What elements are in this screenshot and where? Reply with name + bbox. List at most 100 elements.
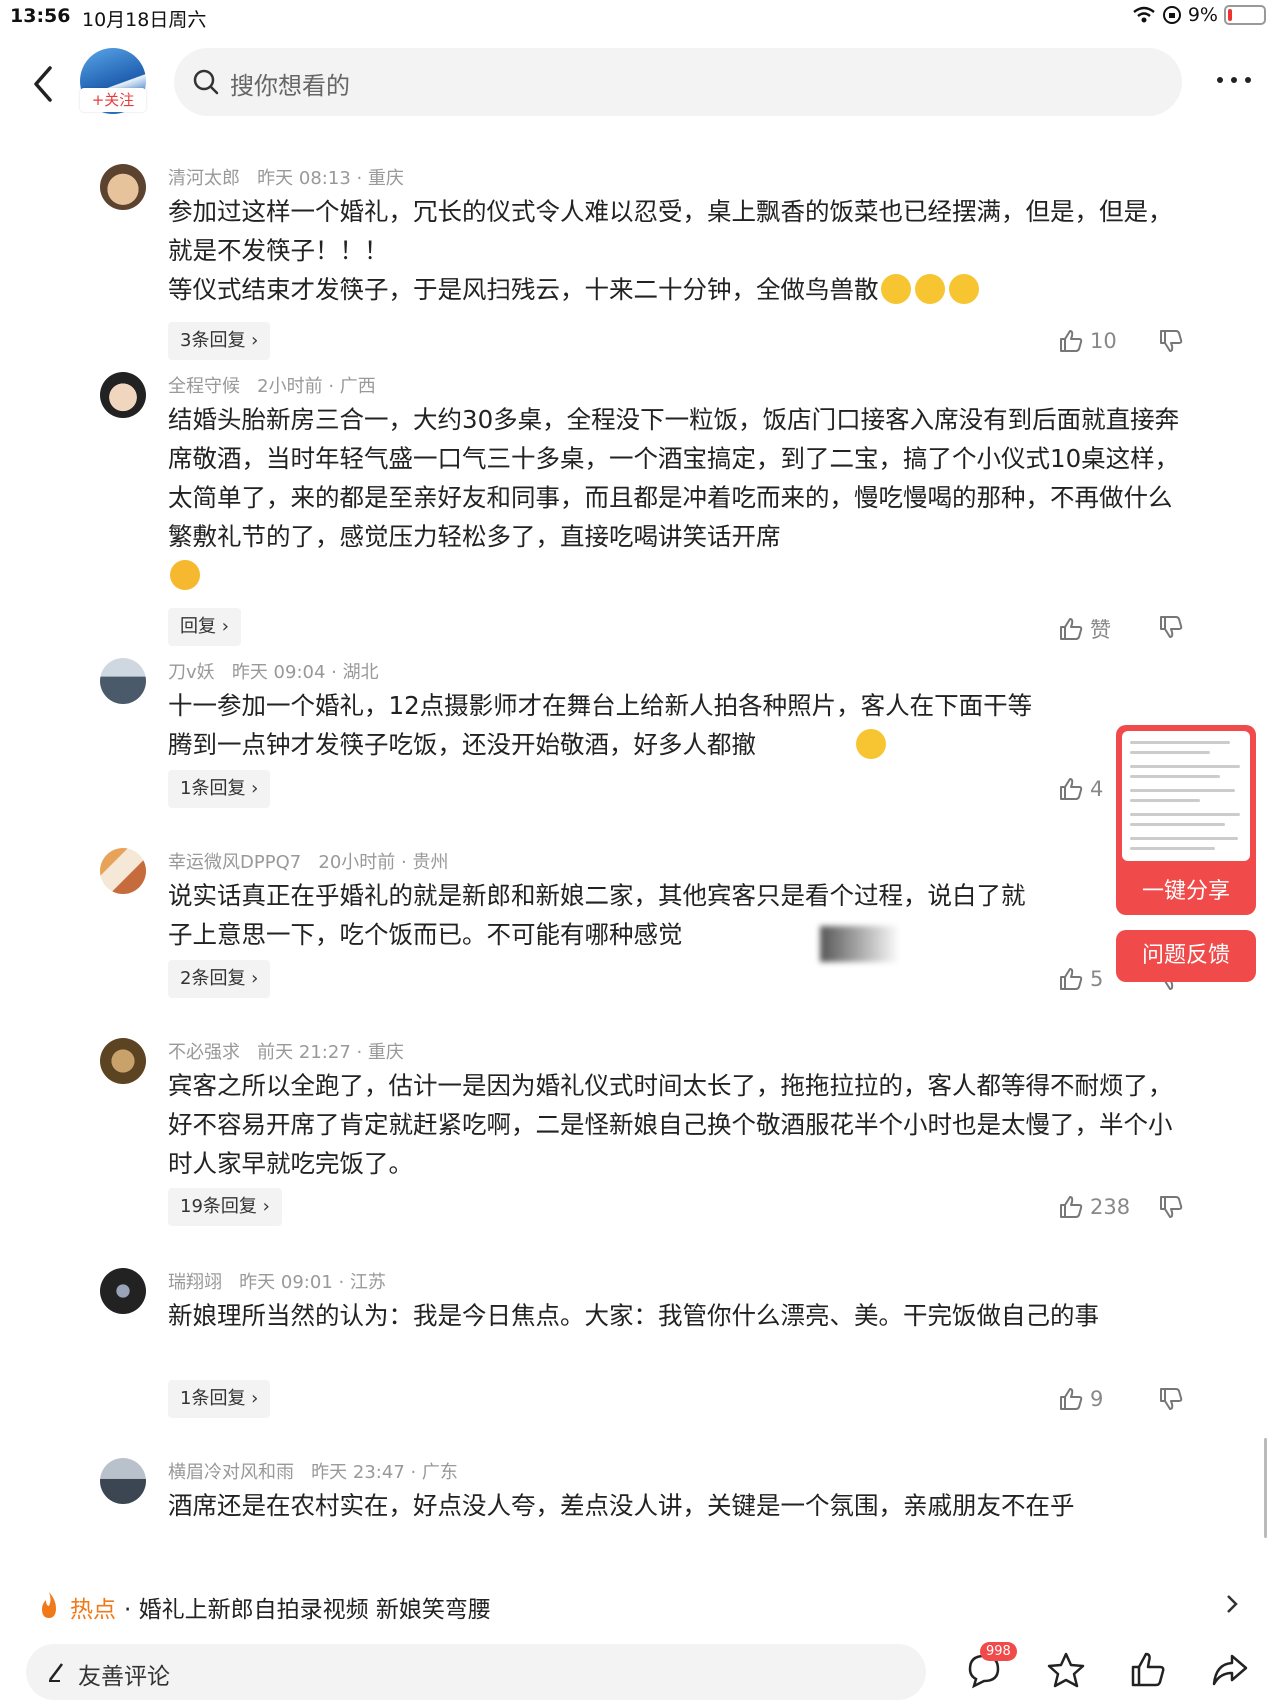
comment-meta: 横眉冷对风和雨 昨天 23:47 · 广东 <box>168 1458 458 1484</box>
comment-time-location: 2小时前 · 广西 <box>257 376 376 397</box>
status-right: 9% <box>1132 4 1266 26</box>
comment-body: 宾客之所以全跑了，估计一是因为婚礼仪式时间太长了，拖拖拉拉的，客人都等得不耐烦了… <box>168 1071 1173 1178</box>
comment-meta: 刀v妖 昨天 09:04 · 湖北 <box>168 658 379 684</box>
like-button[interactable]: 赞 <box>1058 614 1111 644</box>
reply-label: 3条回复 <box>180 330 246 351</box>
status-time: 13:56 <box>10 5 71 27</box>
thumb-up-icon <box>1060 1196 1083 1218</box>
star-icon[interactable] <box>1046 1650 1086 1690</box>
reply-button[interactable]: 1条回复 › <box>168 1380 271 1418</box>
search-placeholder: 搜你想看的 <box>230 72 350 100</box>
share-preview-thumbnail <box>1122 731 1250 861</box>
lock-rotation-icon <box>1162 6 1181 24</box>
like-button[interactable]: 238 <box>1058 1194 1130 1220</box>
comment-text: 宾客之所以全跑了，估计一是因为婚礼仪式时间太长了，拖拖拉拉的，客人都等得不耐烦了… <box>168 1066 1188 1183</box>
fire-icon <box>42 1592 56 1618</box>
thumb-up-icon <box>1060 1388 1083 1410</box>
avatar[interactable] <box>100 1038 146 1084</box>
reply-button[interactable]: 3条回复 › <box>168 322 271 360</box>
reply-label: 2条回复 <box>180 968 246 989</box>
comment-text: 酒席还是在农村实在，好点没人夸，差点没人讲，关键是一个氛围，亲戚朋友不在乎 <box>168 1486 1188 1525</box>
comment-body: 新娘理所当然的认为：我是今日焦点。大家：我管你什么漂亮、美。干完饭做自己的事 <box>168 1301 1099 1330</box>
comment-time-location: 前天 21:27 · 重庆 <box>257 1042 404 1063</box>
thumb-up-icon <box>1060 778 1083 800</box>
comment-meta: 清河太郎 昨天 08:13 · 重庆 <box>168 164 404 190</box>
hot-topic-bar[interactable]: 热点 · 婚礼上新郎自拍录视频 新娘笑弯腰 <box>0 1574 1280 1636</box>
reply-label: 1条回复 <box>180 1388 246 1409</box>
comment-text: 说实话真正在乎婚礼的就是新郎和新娘二家，其他宾客只是看个过程，说白了就 子上意思… <box>168 876 1128 954</box>
share-widget[interactable]: 一键分享 <box>1116 725 1256 915</box>
comment-body: 十一参加一个婚礼，12点摄影师才在舞台上给新人拍各种照片，客人在下面干等 腾到一… <box>168 691 1033 759</box>
comment-time-location: 昨天 09:04 · 湖北 <box>231 662 379 683</box>
thumb-up-icon <box>1060 968 1083 990</box>
like-count: 5 <box>1090 967 1104 991</box>
like-button[interactable]: 10 <box>1058 328 1117 354</box>
comment-meta: 幸运微风DPPQ7 20小时前 · 贵州 <box>168 848 448 874</box>
comment-username[interactable]: 横眉冷对风和雨 <box>168 1462 294 1483</box>
avatar[interactable] <box>100 658 146 704</box>
feedback-button[interactable]: 问题反馈 <box>1116 930 1256 982</box>
thumb-down-icon[interactable] <box>1158 1194 1184 1220</box>
reply-label: 1条回复 <box>180 778 246 799</box>
status-bar: 13:56 10月18日周六 9% <box>0 0 1280 34</box>
avatar[interactable] <box>100 848 146 894</box>
like-count: 238 <box>1090 1195 1131 1219</box>
comment-input[interactable]: 友善评论 <box>26 1644 926 1700</box>
back-icon[interactable] <box>24 60 64 108</box>
hot-title[interactable]: · 婚礼上新郎自拍录视频 新娘笑弯腰 <box>124 1590 491 1624</box>
like-count: 9 <box>1090 1387 1104 1411</box>
search-bar[interactable]: 搜你想看的 <box>174 48 1182 116</box>
share-icon[interactable] <box>1210 1650 1250 1690</box>
reply-button[interactable]: 回复 › <box>168 608 241 646</box>
avatar[interactable] <box>100 1268 146 1314</box>
status-date: 10月18日周六 <box>82 9 207 31</box>
comment-time-location: 昨天 23:47 · 广东 <box>311 1462 458 1483</box>
thumb-down-icon[interactable] <box>1158 1386 1184 1412</box>
comment-meta: 瑞翔翊 昨天 09:01 · 江苏 <box>168 1268 386 1294</box>
thumb-down-icon[interactable] <box>1158 614 1184 640</box>
reply-label: 回复 <box>180 616 216 637</box>
comment-username[interactable]: 全程守候 <box>168 376 240 397</box>
reply-button[interactable]: 1条回复 › <box>168 770 271 808</box>
bottom-bar: 友善评论 998 <box>0 1638 1280 1706</box>
pen-icon <box>49 1663 63 1682</box>
comment-time-location: 昨天 09:01 · 江苏 <box>239 1272 386 1293</box>
comment-text: 结婚头胎新房三合一，大约30多桌，全程没下一粒饭，饭店门口接客入席没有到后面就直… <box>168 400 1188 595</box>
one-click-share-label: 一键分享 <box>1141 879 1230 904</box>
scrollbar[interactable] <box>1264 1438 1267 1538</box>
battery-text: 9% <box>1187 4 1218 26</box>
emoji-icon <box>948 274 979 304</box>
like-button[interactable]: 9 <box>1058 1386 1103 1412</box>
emoji-icon <box>880 274 911 304</box>
like-count: 4 <box>1090 777 1104 801</box>
reply-label: 19条回复 <box>180 1196 257 1217</box>
avatar[interactable] <box>100 164 146 210</box>
comment-text: 十一参加一个婚礼，12点摄影师才在舞台上给新人拍各种照片，客人在下面干等 腾到一… <box>168 686 1128 764</box>
comment-body: 说实话真正在乎婚礼的就是新郎和新娘二家，其他宾客只是看个过程，说白了就 子上意思… <box>168 881 1026 949</box>
more-icon[interactable] <box>1214 70 1254 90</box>
comment-username[interactable]: 清河太郎 <box>168 168 240 189</box>
thumb-down-icon[interactable] <box>1158 328 1184 354</box>
search-icon <box>193 69 219 95</box>
like-count: 10 <box>1090 329 1117 353</box>
avatar[interactable] <box>100 372 146 418</box>
top-bar: +关注 搜你想看的 <box>0 40 1280 130</box>
reply-button[interactable]: 19条回复 › <box>168 1188 282 1226</box>
like-button[interactable]: 5 <box>1058 966 1103 992</box>
comment-username[interactable]: 刀v妖 <box>168 662 215 683</box>
comment-username[interactable]: 瑞翔翊 <box>168 1272 222 1293</box>
hot-label: 热点 <box>70 1597 116 1623</box>
like-button[interactable]: 4 <box>1058 776 1103 802</box>
comment-username[interactable]: 幸运微风DPPQ7 <box>168 852 301 873</box>
reply-button[interactable]: 2条回复 › <box>168 960 271 998</box>
comment-username[interactable]: 不必强求 <box>168 1042 240 1063</box>
thumb-up-icon <box>1060 618 1083 640</box>
thumb-up-icon <box>1060 330 1083 352</box>
chevron-right-icon[interactable] <box>1224 1592 1240 1616</box>
thumb-up-icon[interactable] <box>1128 1650 1168 1690</box>
wifi-icon <box>1133 6 1155 23</box>
avatar[interactable] <box>100 1458 146 1504</box>
comment-body: 结婚头胎新房三合一，大约30多桌，全程没下一粒饭，饭店门口接客入席没有到后面就直… <box>168 405 1180 551</box>
follow-button[interactable]: +关注 <box>80 88 146 112</box>
comment-text: 新娘理所当然的认为：我是今日焦点。大家：我管你什么漂亮、美。干完饭做自己的事 <box>168 1296 1188 1335</box>
